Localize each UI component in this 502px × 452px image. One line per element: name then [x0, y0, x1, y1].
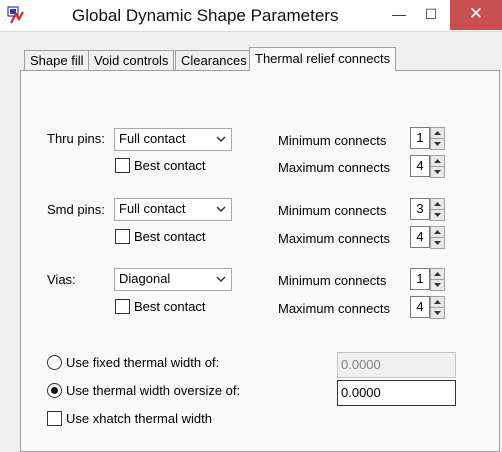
window-title: Global Dynamic Shape Parameters [72, 6, 339, 25]
thru-pins-min-spinner[interactable]: 1 [410, 127, 445, 150]
vias-best-contact-checkbox[interactable] [115, 299, 130, 314]
fixed-thermal-width-radio[interactable] [47, 355, 62, 370]
smd-pins-max-value[interactable]: 4 [410, 226, 430, 248]
spin-down-icon[interactable] [430, 138, 445, 150]
smd-pins-best-contact-checkbox[interactable] [115, 229, 130, 244]
vias-min-value[interactable]: 1 [410, 268, 430, 290]
vias-max-spinner[interactable]: 4 [410, 296, 445, 319]
vias-connect-select[interactable]: Diagonal [114, 268, 232, 291]
close-button[interactable]: ✕ [450, 0, 502, 30]
spin-down-icon[interactable] [430, 209, 445, 221]
thru-pins-min-label: Minimum connects [278, 133, 387, 148]
thermal-width-oversize-radio[interactable] [47, 383, 62, 398]
vias-max-value[interactable]: 4 [410, 296, 430, 318]
radio-selected-dot [51, 387, 58, 394]
maximize-button[interactable]: ☐ [416, 0, 446, 30]
tab-clearances[interactable]: Clearances [175, 50, 253, 71]
minimize-button[interactable]: — [384, 0, 414, 30]
tab-void-controls[interactable]: Void controls [88, 50, 175, 71]
thru-pins-min-value[interactable]: 1 [410, 127, 430, 149]
vias-min-label: Minimum connects [278, 273, 387, 288]
spin-down-icon[interactable] [430, 279, 445, 291]
spin-down-icon[interactable] [430, 166, 445, 178]
fixed-thermal-width-field[interactable]: 0.0000 [337, 352, 456, 378]
chevron-down-icon [216, 136, 226, 143]
smd-pins-connect-value: Full contact [119, 201, 186, 216]
chevron-down-icon [216, 276, 226, 283]
smd-pins-max-spinner[interactable]: 4 [410, 226, 445, 249]
vias-label: Vias: [47, 272, 76, 287]
smd-pins-max-label: Maximum connects [278, 231, 390, 246]
smd-pins-min-label: Minimum connects [278, 203, 387, 218]
thru-pins-max-label: Maximum connects [278, 160, 390, 175]
fixed-thermal-width-label: Use fixed thermal width of: [66, 355, 220, 370]
xhatch-thermal-width-label: Use xhatch thermal width [66, 411, 212, 426]
thru-pins-label: Thru pins: [47, 131, 105, 146]
smd-pins-best-contact-label: Best contact [134, 229, 206, 244]
thru-pins-connect-select[interactable]: Full contact [114, 128, 232, 151]
smd-pins-label: Smd pins: [47, 202, 105, 217]
chevron-down-icon [216, 206, 226, 213]
vias-best-contact-label: Best contact [134, 299, 206, 314]
vias-connect-value: Diagonal [119, 271, 171, 286]
vias-max-label: Maximum connects [278, 301, 390, 316]
spin-down-icon[interactable] [430, 307, 445, 319]
smd-pins-min-value[interactable]: 3 [410, 198, 430, 220]
thermal-width-oversize-field[interactable]: 0.0000 [337, 380, 456, 406]
thru-pins-max-value[interactable]: 4 [410, 155, 430, 177]
spin-down-icon[interactable] [430, 237, 445, 249]
thru-pins-connect-value: Full contact [119, 131, 186, 146]
thru-pins-best-contact-checkbox[interactable] [115, 158, 130, 173]
tab-thermal-relief-connects[interactable]: Thermal relief connects [249, 47, 397, 71]
thru-pins-best-contact-label: Best contact [134, 158, 206, 173]
thru-pins-max-spinner[interactable]: 4 [410, 155, 445, 178]
xhatch-thermal-width-checkbox[interactable] [47, 411, 62, 426]
tab-shape-fill[interactable]: Shape fill [24, 50, 90, 71]
app-logo-icon [7, 6, 24, 24]
vias-min-spinner[interactable]: 1 [410, 268, 445, 291]
title-bar: Global Dynamic Shape Parameters — ☐ ✕ [0, 0, 502, 32]
smd-pins-min-spinner[interactable]: 3 [410, 198, 445, 221]
smd-pins-connect-select[interactable]: Full contact [114, 198, 232, 221]
thermal-width-oversize-label: Use thermal width oversize of: [66, 383, 241, 398]
